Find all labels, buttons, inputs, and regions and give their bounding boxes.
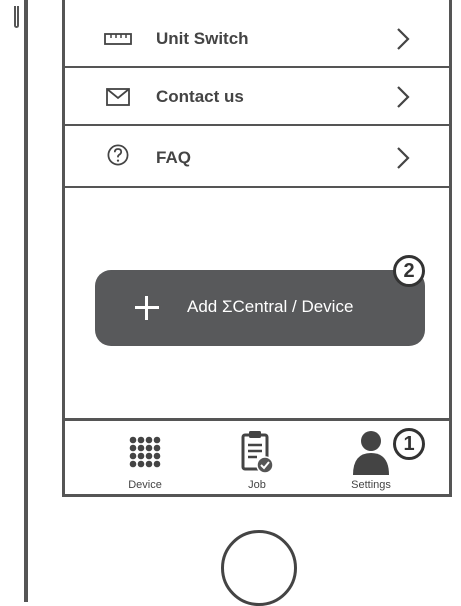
tab-label: Settings	[351, 479, 391, 491]
tab-device[interactable]: Device	[95, 421, 195, 494]
grid-dots-icon	[129, 436, 161, 468]
phone-side-button	[14, 6, 19, 28]
add-button-label: Add ΣCentral / Device	[187, 297, 354, 316]
tab-label: Job	[248, 479, 266, 491]
chevron-right-icon	[397, 86, 410, 108]
menu-item-contact-us[interactable]: Contact us	[65, 68, 449, 126]
menu-item-label: FAQ	[156, 148, 191, 167]
app-screen: Unit Switch Contact us FAQ Add ΣCentral …	[62, 0, 452, 497]
menu-item-label: Unit Switch	[156, 29, 249, 48]
menu-item-faq[interactable]: FAQ	[65, 126, 449, 188]
clipboard-check-icon	[241, 431, 274, 474]
callout-badge-2: 2	[393, 255, 425, 287]
bottom-tab-bar: Device Job Settings	[65, 418, 449, 494]
home-button[interactable]	[221, 530, 297, 606]
menu-item-unit-switch[interactable]: Unit Switch	[65, 10, 449, 68]
menu-item-label: Contact us	[156, 87, 244, 106]
plus-icon	[135, 296, 159, 320]
chevron-right-icon	[397, 147, 410, 169]
envelope-icon	[106, 88, 130, 106]
chevron-right-icon	[397, 28, 410, 50]
ruler-icon	[104, 33, 132, 45]
question-circle-icon	[107, 144, 129, 166]
tab-job[interactable]: Job	[207, 421, 307, 494]
phone-frame-edge	[24, 0, 28, 602]
callout-badge-1: 1	[393, 428, 425, 460]
tab-label: Device	[128, 479, 162, 491]
add-central-device-button[interactable]: Add ΣCentral / Device	[95, 270, 425, 346]
person-icon	[353, 431, 389, 475]
